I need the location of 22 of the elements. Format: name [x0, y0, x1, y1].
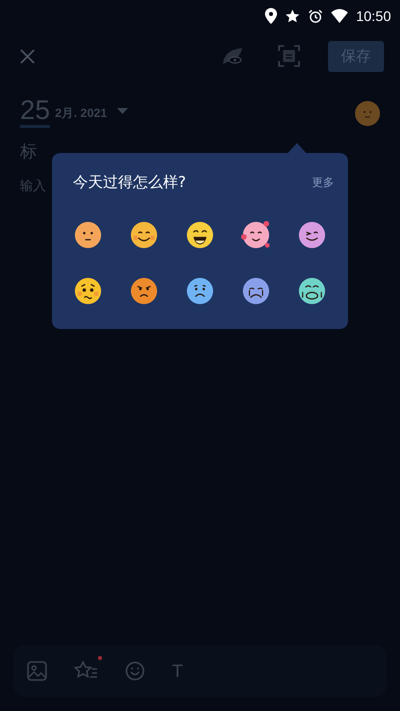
wifi-icon — [330, 9, 348, 23]
location-icon — [264, 8, 277, 24]
emoji-icon[interactable] — [241, 220, 271, 250]
alarm-icon — [308, 8, 323, 24]
clock-time: 10:50 — [356, 8, 391, 24]
popover-title: 今天过得怎么样? — [73, 173, 186, 192]
more-link[interactable]: 更多 — [312, 175, 334, 190]
emoji-icon[interactable] — [297, 276, 327, 306]
mood-icon[interactable] — [355, 101, 380, 126]
month-year[interactable]: 2月. 2021 — [55, 105, 108, 122]
emoji-icon[interactable] — [185, 220, 215, 250]
emoji-icon[interactable] — [185, 276, 215, 306]
emoji-icon[interactable] — [129, 220, 159, 250]
date-day[interactable]: 25 — [20, 95, 50, 128]
emoji-icon[interactable] — [297, 220, 327, 250]
star-icon — [284, 8, 300, 24]
star-list-icon[interactable] — [74, 661, 98, 681]
emoji-icon[interactable] — [73, 276, 103, 306]
emoji-icon[interactable] — [129, 276, 159, 306]
emoji-icon[interactable] — [73, 220, 103, 250]
close-icon[interactable] — [20, 48, 35, 64]
emoji-icon[interactable] — [241, 276, 271, 306]
